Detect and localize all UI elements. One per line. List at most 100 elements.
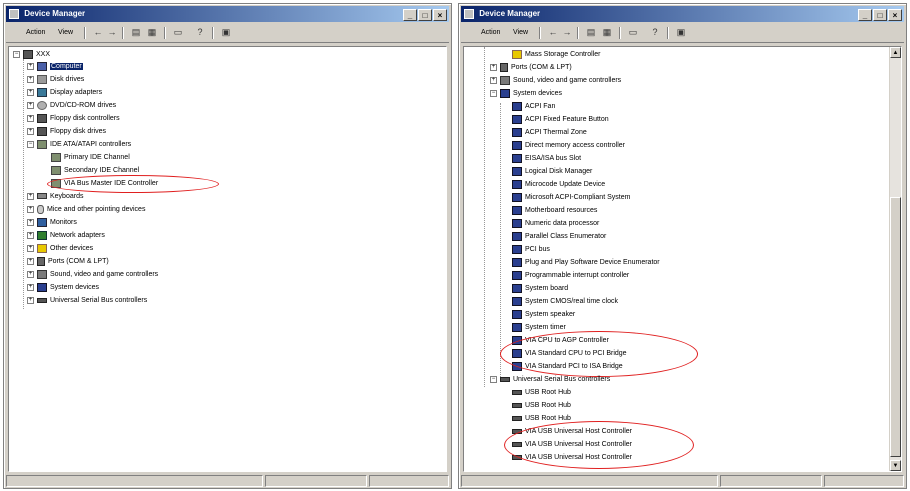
tree-item-system-devices[interactable]: − System devices <box>490 88 562 100</box>
tree-item-usb-root-hub[interactable]: USB Root Hub <box>512 387 571 399</box>
tree-item-dvd-drives[interactable]: + DVD/CD-ROM drives <box>27 100 116 112</box>
close-button[interactable]: × <box>433 9 447 21</box>
tree-item-usb-controllers[interactable]: − Universal Serial Bus controllers <box>490 374 610 386</box>
scroll-down-button[interactable]: ▼ <box>890 460 901 471</box>
tree-item-ports[interactable]: + Ports (COM & LPT) <box>490 62 572 74</box>
toolbar-separator <box>577 27 579 39</box>
tree-item-numeric-processor[interactable]: Numeric data processor <box>512 218 599 230</box>
status-pane <box>824 475 904 487</box>
tree-item-network-adapters[interactable]: + Network adapters <box>27 230 105 242</box>
forward-arrow-icon[interactable]: → <box>561 27 573 38</box>
title-bar[interactable]: Device Manager _ □ × <box>461 6 904 22</box>
print-icon[interactable]: ▭ <box>627 27 639 38</box>
tree-root[interactable]: − XXX <box>13 49 50 61</box>
tree-item-display-adapters[interactable]: + Display adapters <box>27 87 102 99</box>
minimize-button[interactable]: _ <box>858 9 872 21</box>
up-level-icon[interactable]: ▤ <box>130 27 142 38</box>
tree-item-pci-bus[interactable]: PCI bus <box>512 244 550 256</box>
tree-item-system-board[interactable]: System board <box>512 283 568 295</box>
tree-item-label: Floppy disk controllers <box>50 115 120 122</box>
tree-item-label: Mice and other pointing devices <box>47 206 146 213</box>
scan-hardware-icon[interactable]: ▣ <box>675 27 687 38</box>
menu-action[interactable]: Action <box>479 28 502 37</box>
tree-item-label: Keyboards <box>50 193 84 200</box>
tree-item-logical-disk-manager[interactable]: Logical Disk Manager <box>512 166 592 178</box>
tree-item-parallel-enumerator[interactable]: Parallel Class Enumerator <box>512 231 606 243</box>
tree-item-microcode-update[interactable]: Microcode Update Device <box>512 179 605 191</box>
tree-item-motherboard-resources[interactable]: Motherboard resources <box>512 205 597 217</box>
red-highlight-ellipse <box>504 421 694 469</box>
tree-item-label: Floppy disk drives <box>50 128 107 135</box>
back-arrow-icon[interactable]: ← <box>547 27 559 38</box>
tree-item-pnp-enumerator[interactable]: Plug and Play Software Device Enumerator <box>512 257 660 269</box>
tree-line <box>500 103 501 379</box>
monitor-icon <box>37 217 47 227</box>
tree-item-computer[interactable]: + Computer <box>27 61 83 73</box>
tree-item-system-speaker[interactable]: System speaker <box>512 309 575 321</box>
usb-icon <box>500 376 510 382</box>
properties-icon[interactable]: ▦ <box>601 27 613 38</box>
status-bar <box>6 474 449 487</box>
tree-item-acpi-system[interactable]: Microsoft ACPI-Compliant System <box>512 192 630 204</box>
up-level-icon[interactable]: ▤ <box>585 27 597 38</box>
tree-item-acpi-button[interactable]: ACPI Fixed Feature Button <box>512 114 609 126</box>
system-device-icon <box>512 270 522 280</box>
tree-item-label: Display adapters <box>50 89 103 96</box>
maximize-button[interactable]: □ <box>873 9 887 21</box>
tree-item-cmos-clock[interactable]: System CMOS/real time clock <box>512 296 618 308</box>
tree-item-dma-controller[interactable]: Direct memory access controller <box>512 140 625 152</box>
help-icon[interactable]: ? <box>649 27 661 38</box>
scroll-thumb[interactable] <box>890 197 901 457</box>
vertical-scrollbar[interactable]: ▲ ▼ <box>889 47 901 471</box>
tree-item-acpi-thermal[interactable]: ACPI Thermal Zone <box>512 127 587 139</box>
red-highlight-ellipse <box>500 331 698 377</box>
print-icon[interactable]: ▭ <box>172 27 184 38</box>
tree-item-acpi-fan[interactable]: ACPI Fan <box>512 101 555 113</box>
tree-item-label: Secondary IDE Channel <box>64 167 140 174</box>
tree-item-label: Network adapters <box>50 232 105 239</box>
tree-item-eisa-slot[interactable]: EISA/ISA bus Slot <box>512 153 581 165</box>
tree-item-label: Motherboard resources <box>525 207 598 214</box>
tree-item-sound-video[interactable]: + Sound, video and game controllers <box>27 269 158 281</box>
tree-item-sound-video[interactable]: + Sound, video and game controllers <box>490 75 621 87</box>
title-bar[interactable]: Device Manager _ □ × <box>6 6 449 22</box>
help-icon[interactable]: ? <box>194 27 206 38</box>
tree-item-primary-ide[interactable]: Primary IDE Channel <box>51 152 130 164</box>
tree-item-label: Sound, video and game controllers <box>513 77 622 84</box>
tree-item-label: USB Root Hub <box>525 415 571 422</box>
menu-action[interactable]: Action <box>24 28 47 37</box>
tree-item-floppy-controllers[interactable]: + Floppy disk controllers <box>27 113 120 125</box>
toolbar-separator <box>619 27 621 39</box>
tree-item-system-devices[interactable]: + System devices <box>27 282 99 294</box>
tree-item-disk-drives[interactable]: + Disk drives <box>27 74 84 86</box>
tree-item-other-devices[interactable]: + Other devices <box>27 243 93 255</box>
tree-item-usb-root-hub[interactable]: USB Root Hub <box>512 400 571 412</box>
tree-item-floppy-drives[interactable]: + Floppy disk drives <box>27 126 106 138</box>
tree-item-label: System devices <box>513 90 563 97</box>
tree-item-ide-controllers[interactable]: − IDE ATA/ATAPI controllers <box>27 139 131 151</box>
properties-icon[interactable]: ▦ <box>146 27 158 38</box>
scroll-up-button[interactable]: ▲ <box>890 47 901 58</box>
tree-item-mass-storage[interactable]: Mass Storage Controller <box>512 49 600 61</box>
tree-item-monitors[interactable]: + Monitors <box>27 217 77 229</box>
back-arrow-icon[interactable]: ← <box>92 27 104 38</box>
maximize-button[interactable]: □ <box>418 9 432 21</box>
toolbar-separator <box>539 27 541 39</box>
sound-icon <box>500 75 510 85</box>
tree-item-keyboards[interactable]: + Keyboards <box>27 191 83 203</box>
tree-item-mice[interactable]: + Mice and other pointing devices <box>27 204 145 216</box>
minimize-button[interactable]: _ <box>403 9 417 21</box>
scan-hardware-icon[interactable]: ▣ <box>220 27 232 38</box>
tree-item-interrupt-controller[interactable]: Programmable interrupt controller <box>512 270 629 282</box>
tree-item-label: Other devices <box>50 245 94 252</box>
forward-arrow-icon[interactable]: → <box>106 27 118 38</box>
device-tree: − XXX + Computer + Disk drives + Display ada… <box>8 46 447 472</box>
menu-view[interactable]: View <box>56 28 75 37</box>
tree-item-label: Computer <box>50 63 83 70</box>
tree-item-usb-controllers[interactable]: + Universal Serial Bus controllers <box>27 295 147 307</box>
tree-item-ports[interactable]: + Ports (COM & LPT) <box>27 256 109 268</box>
close-button[interactable]: × <box>888 9 902 21</box>
tree-item-label: Parallel Class Enumerator <box>525 233 607 240</box>
menu-view[interactable]: View <box>511 28 530 37</box>
toolbar-separator <box>667 27 669 39</box>
